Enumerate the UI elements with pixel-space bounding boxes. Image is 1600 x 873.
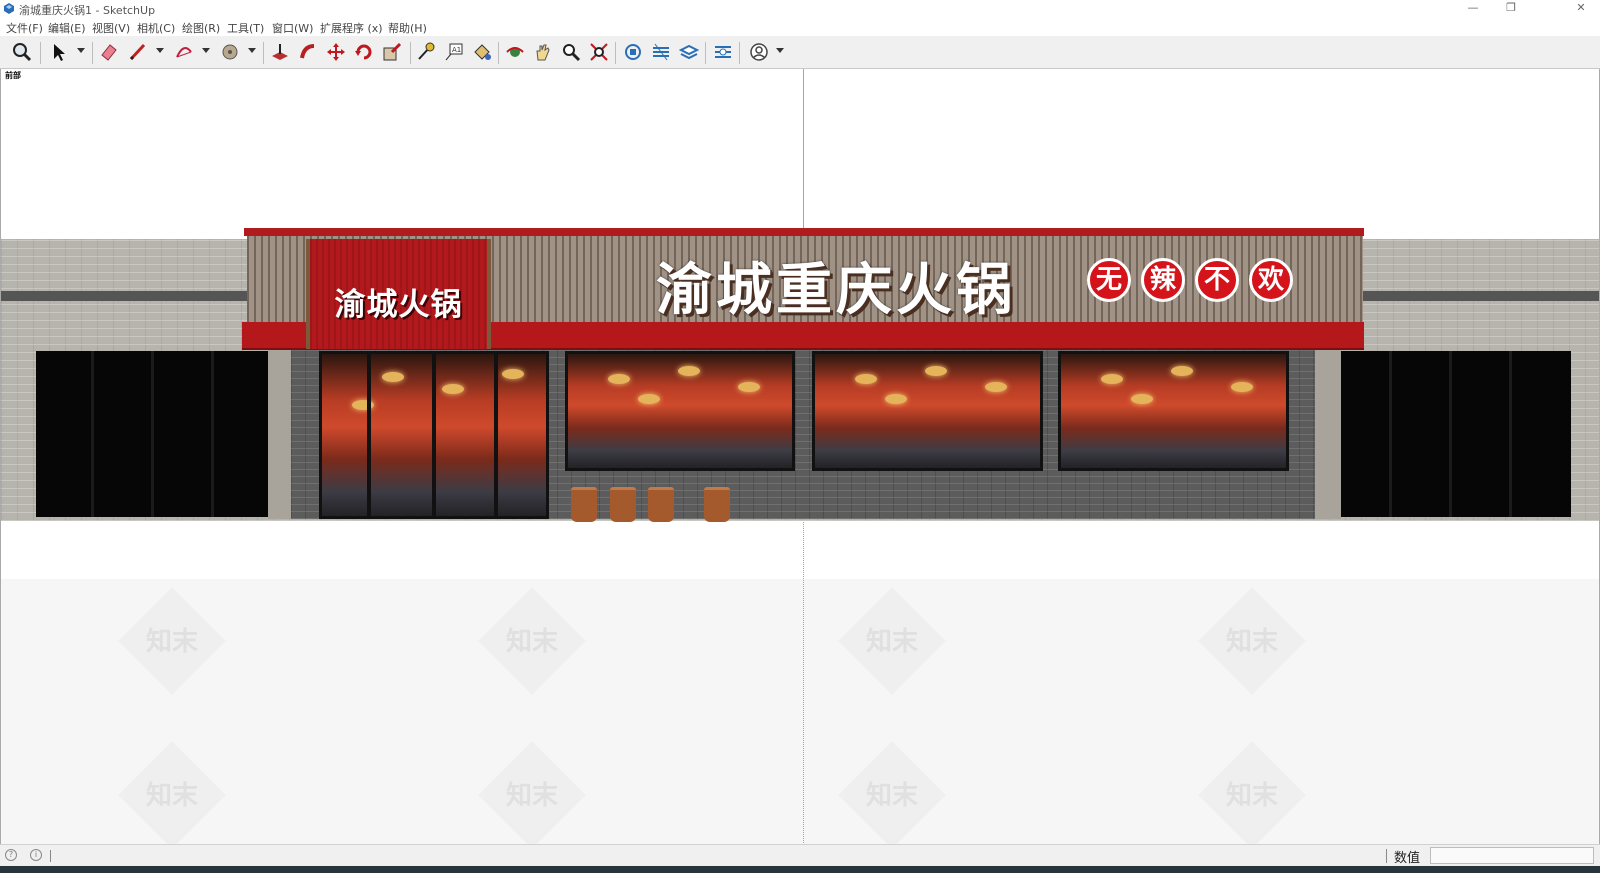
menu-camera[interactable]: 相机(C) — [137, 20, 175, 36]
watermark-text: 知末 — [1225, 627, 1278, 657]
layers-icon[interactable] — [677, 40, 701, 64]
pencil-line-icon[interactable] — [126, 40, 150, 64]
measurements-separator — [1386, 849, 1387, 863]
sub-sign-text: 渝城火锅 — [334, 287, 463, 323]
toolbar-separator — [705, 42, 706, 64]
watermark-text: 知末 — [145, 781, 198, 811]
text-label-icon[interactable]: A1 — [442, 40, 466, 64]
window-title: 渝城重庆火锅1 - SketchUp — [19, 4, 156, 17]
push-pull-icon[interactable] — [268, 40, 292, 64]
clay-pot — [571, 487, 597, 522]
status-separator — [50, 850, 51, 862]
eraser-icon[interactable] — [97, 40, 121, 64]
large-toolset-toolbar: A1 — [0, 36, 1600, 69]
menu-edit[interactable]: 编辑(E) — [48, 20, 86, 36]
menu-help[interactable]: 帮助(H) — [388, 20, 427, 36]
zoom-icon[interactable] — [10, 40, 34, 64]
stone-pillar — [1315, 349, 1341, 519]
main-sign-text: 渝城重庆火锅 — [656, 258, 1016, 323]
menu-extensions[interactable]: 扩展程序 (x) — [320, 20, 383, 36]
menu-tools[interactable]: 工具(T) — [227, 20, 264, 36]
sign-top-trim — [244, 228, 1364, 236]
orbit-icon[interactable] — [503, 40, 527, 64]
slogan-character: 不 — [1195, 258, 1239, 302]
right-dark-entrance — [1341, 351, 1571, 517]
zoom-window-icon[interactable] — [559, 40, 583, 64]
title-bar: 渝城重庆火锅1 - SketchUp — ❐ ✕ — [0, 0, 1600, 18]
stone-pillar — [268, 349, 291, 519]
account-icon[interactable] — [747, 40, 771, 64]
measurements-input[interactable] — [1430, 847, 1594, 864]
slogan-character: 辣 — [1141, 258, 1185, 302]
styles-icon[interactable] — [649, 40, 673, 64]
wall-stripe — [1, 291, 251, 301]
line-dropdown-icon[interactable] — [156, 48, 164, 53]
os-taskbar-strip — [0, 866, 1600, 873]
measurements-label: 数值 — [1394, 851, 1421, 866]
select-arrow-icon[interactable] — [47, 40, 71, 64]
info-icon[interactable]: i — [30, 849, 42, 861]
glass-entrance-door — [319, 351, 549, 519]
geo-location-icon[interactable]: ? — [5, 849, 17, 861]
shapes-dropdown-icon[interactable] — [248, 48, 256, 53]
tape-measure-icon[interactable] — [414, 40, 438, 64]
toolbar-separator — [498, 42, 499, 64]
menu-view[interactable]: 视图(V) — [92, 20, 130, 36]
modeling-viewport[interactable]: 前部 知末 知末 知末 知末 知末 知末 知末 知末 渝城火锅 渝城重庆火锅 无… — [0, 69, 1600, 844]
components-icon[interactable] — [621, 40, 645, 64]
slogan-character: 无 — [1087, 258, 1131, 302]
toolbar-separator — [615, 42, 616, 64]
watermark-text: 知末 — [505, 781, 558, 811]
scale-icon[interactable] — [380, 40, 404, 64]
account-dropdown-icon[interactable] — [776, 48, 784, 53]
restaurant-window-3 — [1058, 351, 1289, 471]
menu-draw[interactable]: 绘图(R) — [182, 20, 220, 36]
watermark-text: 知末 — [505, 627, 558, 657]
watermark-text: 知末 — [1225, 781, 1278, 811]
status-bar: ? i 数值 — [0, 844, 1600, 867]
wall-stripe — [1351, 291, 1599, 301]
toolbar-separator — [263, 42, 264, 64]
minimize-button[interactable]: — — [1454, 0, 1492, 18]
slogan-character: 欢 — [1249, 258, 1293, 302]
scenes-icon[interactable] — [711, 40, 735, 64]
watermark-text: 知末 — [865, 781, 918, 811]
menu-file[interactable]: 文件(F) — [6, 20, 43, 36]
follow-me-icon[interactable] — [296, 40, 320, 64]
pan-hand-icon[interactable] — [531, 40, 555, 64]
restore-button[interactable]: ❐ — [1492, 0, 1530, 18]
clay-pot — [704, 487, 730, 522]
vertical-axis-line — [803, 69, 804, 229]
toolbar-separator — [40, 42, 41, 64]
restaurant-window-2 — [812, 351, 1043, 471]
move-icon[interactable] — [324, 40, 348, 64]
clay-pot — [648, 487, 674, 522]
toolbar-separator — [739, 42, 740, 64]
select-dropdown-icon[interactable] — [77, 48, 85, 53]
arc-icon[interactable] — [172, 40, 196, 64]
ground-plane — [1, 579, 1599, 844]
menu-bar: 文件(F) 编辑(E) 视图(V) 相机(C) 绘图(R) 工具(T) 窗口(W… — [0, 18, 1600, 36]
view-name-label: 前部 — [5, 71, 21, 80]
toolbar-separator — [92, 42, 93, 64]
restaurant-window-1 — [565, 351, 795, 471]
close-button[interactable]: ✕ — [1562, 0, 1600, 18]
sketchup-app-icon — [4, 3, 14, 14]
clay-pot — [610, 487, 636, 522]
toolbar-separator — [410, 42, 411, 64]
watermark-text: 知末 — [865, 627, 918, 657]
arc-dropdown-icon[interactable] — [202, 48, 210, 53]
vertical-axis-dotted-line — [803, 517, 804, 844]
left-dark-entrance — [36, 351, 268, 517]
shapes-circle-icon[interactable] — [218, 40, 242, 64]
svg-text:A1: A1 — [452, 46, 461, 54]
rotate-icon[interactable] — [352, 40, 376, 64]
menu-window[interactable]: 窗口(W) — [272, 20, 313, 36]
zoom-extents-icon[interactable] — [587, 40, 611, 64]
paint-bucket-icon[interactable] — [470, 40, 494, 64]
watermark-text: 知末 — [145, 627, 198, 657]
